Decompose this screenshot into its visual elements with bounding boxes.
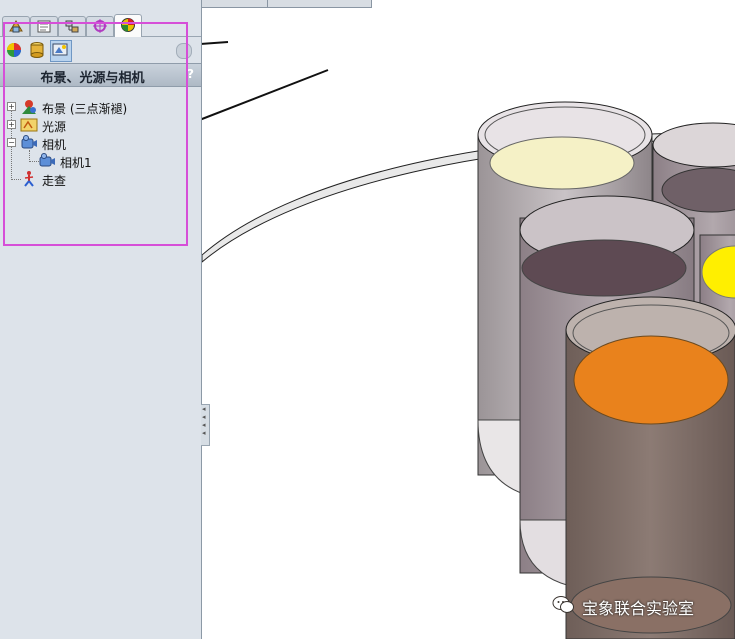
display-manager-icon	[121, 18, 135, 32]
tree-item-label: 布景 (三点渐褪)	[42, 102, 128, 116]
tree-item-label: 光源	[42, 120, 67, 134]
callout-arrow	[202, 41, 229, 45]
tab-display-manager[interactable]	[114, 14, 142, 37]
pin-icon[interactable]	[176, 43, 192, 59]
camera-icon	[39, 153, 55, 167]
expand-icon[interactable]: +	[7, 102, 16, 111]
scene-lights-cameras-button[interactable]	[50, 40, 72, 62]
help-icon[interactable]: ?	[187, 67, 194, 81]
cup-front	[565, 296, 735, 639]
panel-header: 布景、光源与相机 ?	[0, 63, 201, 87]
tab-configuration-manager[interactable]	[58, 16, 86, 36]
feature-manager-icon	[9, 20, 23, 33]
cameras-icon	[21, 135, 37, 149]
display-manager-toolbar	[0, 37, 201, 63]
tab-property-manager[interactable]	[30, 16, 58, 36]
scene-icon	[22, 100, 36, 114]
dimxpert-icon	[93, 19, 107, 33]
panel-title: 布景、光源与相机	[40, 71, 145, 86]
scene-tree: + 布景 (三点渐褪) + 光源 − 相机 相机1 走查	[0, 96, 201, 196]
graphics-viewport[interactable]	[202, 0, 735, 639]
appearances-icon	[7, 43, 21, 57]
scene-lights-cameras-icon	[52, 43, 68, 56]
walkthrough-icon	[24, 171, 34, 187]
tree-item-label: 走查	[42, 174, 67, 188]
tree-item-scene[interactable]: + 布景 (三点渐褪)	[7, 98, 197, 116]
decals-button[interactable]	[27, 40, 47, 60]
tab-feature-manager[interactable]	[2, 16, 30, 36]
property-manager-icon	[37, 20, 51, 33]
tree-item-lights[interactable]: + 光源	[7, 116, 197, 134]
expand-icon[interactable]: +	[7, 120, 16, 129]
tree-item-label: 相机	[42, 138, 67, 152]
configuration-manager-icon	[65, 20, 79, 33]
tree-item-label: 相机1	[60, 156, 92, 170]
tree-item-cameras[interactable]: − 相机	[7, 134, 197, 152]
feature-manager-panel: 布景、光源与相机 ? + 布景 (三点渐褪) + 光源 − 相机 相机1 走查	[0, 0, 202, 639]
wechat-icon	[552, 596, 574, 613]
tree-item-walkthrough[interactable]: 走查	[20, 170, 190, 188]
manager-tabs	[0, 14, 201, 37]
watermark-text: 宝象联合实验室	[582, 599, 695, 618]
lights-icon	[20, 118, 38, 132]
collapse-icon[interactable]: −	[7, 138, 16, 147]
decals-icon	[30, 42, 44, 58]
tree-item-camera1[interactable]: 相机1	[38, 152, 188, 170]
appearances-button[interactable]	[4, 40, 24, 60]
tab-dimxpert[interactable]	[86, 16, 114, 36]
callout-arrow	[202, 69, 329, 121]
